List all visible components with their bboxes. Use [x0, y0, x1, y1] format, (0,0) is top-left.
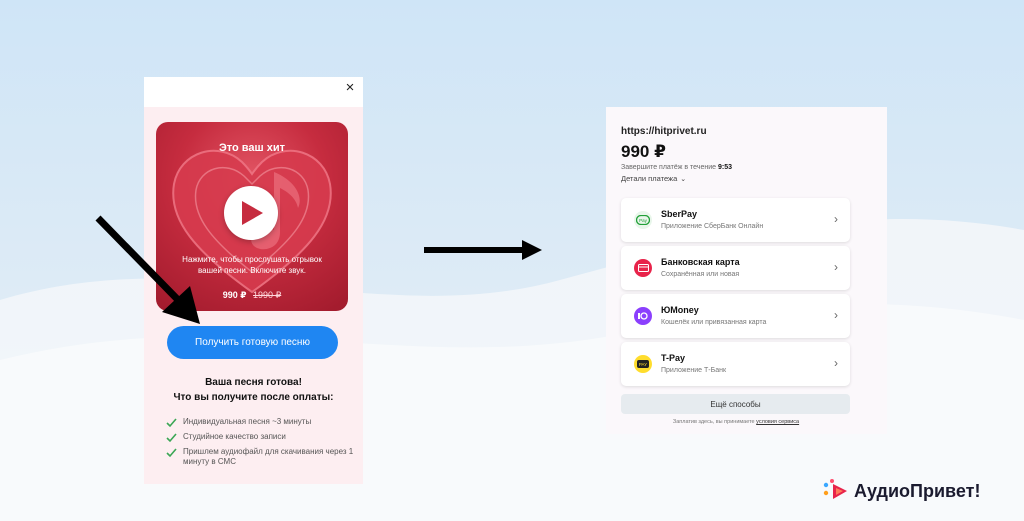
brand-name: АудиоПривет! [854, 480, 981, 501]
payment-timer: Завершите платёж в течение 9:53 [621, 164, 732, 171]
ready-line-1: Ваша песня готова! [205, 377, 302, 388]
get-song-button[interactable]: Получить готовую песню [167, 326, 338, 359]
play-icon [242, 201, 263, 225]
method-name: T-Pay [661, 353, 686, 363]
benefits-list: Индивидуальная песня ~3 минуты Студийное… [166, 417, 356, 471]
svg-text:Pay: Pay [639, 218, 648, 223]
benefit-text: Пришлем аудиофайл для скачивания через 1… [183, 447, 354, 466]
method-tpay[interactable]: PAY T-Pay Приложение Т-Банк › [621, 342, 850, 386]
chevron-down-icon: ⌄ [680, 176, 687, 183]
chevron-right-icon: › [834, 308, 838, 322]
ready-line-2: Что вы получите после оплаты: [173, 392, 334, 403]
ready-title: Ваша песня готова! Что вы получите после… [144, 375, 363, 405]
method-sub: Приложение Т-Банк [661, 367, 727, 374]
method-bank-card[interactable]: Банковская карта Сохранённая или новая › [621, 246, 850, 290]
method-name: SberPay [661, 209, 698, 219]
card-title: Это ваш хит [218, 142, 286, 154]
method-sub: Кошелёк или привязанная карта [661, 319, 767, 326]
method-sub: Приложение СберБанк Онлайн [661, 223, 764, 230]
method-sberpay[interactable]: Pay SberPay Приложение СберБанк Онлайн › [621, 198, 850, 242]
method-yumoney[interactable]: ЮMoney Кошелёк или привязанная карта › [621, 294, 850, 338]
right-arrow-icon [424, 240, 542, 260]
list-item: Пришлем аудиофайл для скачивания через 1… [166, 447, 356, 467]
check-icon [166, 418, 177, 428]
modal-header: × [144, 77, 363, 107]
method-name: Банковская карта [661, 257, 740, 267]
bank-card-icon [634, 259, 652, 277]
details-label: Детали платежа [621, 174, 678, 183]
method-sub: Сохранённая или новая [661, 271, 740, 278]
terms-text: Заплатив здесь, вы принимаете условия се… [606, 419, 866, 425]
terms-prefix: Заплатив здесь, вы принимаете [672, 419, 757, 425]
current-price: 990 ₽ [222, 290, 247, 300]
svg-text:PAY: PAY [639, 362, 647, 367]
chevron-right-icon: › [834, 260, 838, 274]
method-name: ЮMoney [661, 305, 699, 315]
check-icon [166, 433, 177, 443]
payment-methods: Pay SberPay Приложение СберБанк Онлайн ›… [621, 198, 850, 390]
chevron-right-icon: › [834, 356, 838, 370]
audioprivet-logo-icon [823, 479, 847, 499]
benefit-text: Индивидуальная песня ~3 минуты [183, 417, 312, 426]
merchant-url: https://hitprivet.ru [621, 126, 707, 137]
more-methods-button[interactable]: Ещё способы [621, 394, 850, 414]
terms-link[interactable]: условия сервиса [756, 419, 799, 425]
benefit-text: Студийное качество записи [183, 432, 286, 441]
diagonal-arrow-icon [95, 215, 200, 324]
yumoney-icon [634, 307, 652, 325]
sberpay-icon: Pay [634, 211, 652, 229]
check-icon [166, 448, 177, 458]
timer-value: 9:53 [718, 164, 733, 171]
close-icon[interactable]: × [344, 80, 356, 95]
timer-text: Завершите платёж в течение [621, 164, 718, 171]
tpay-icon: PAY [634, 355, 652, 373]
old-price: 1990 ₽ [253, 290, 282, 300]
list-item: Индивидуальная песня ~3 минуты [166, 417, 356, 428]
payment-panel: https://hitprivet.ru 990 ₽ Завершите пла… [606, 107, 887, 434]
brand-logo: АудиоПривет! [823, 478, 980, 504]
list-item: Студийное качество записи [166, 432, 356, 443]
payment-details-toggle[interactable]: Детали платежа ⌄ [621, 174, 686, 183]
play-button[interactable] [224, 186, 278, 240]
chevron-right-icon: › [834, 212, 838, 226]
payment-amount: 990 ₽ [621, 142, 666, 161]
